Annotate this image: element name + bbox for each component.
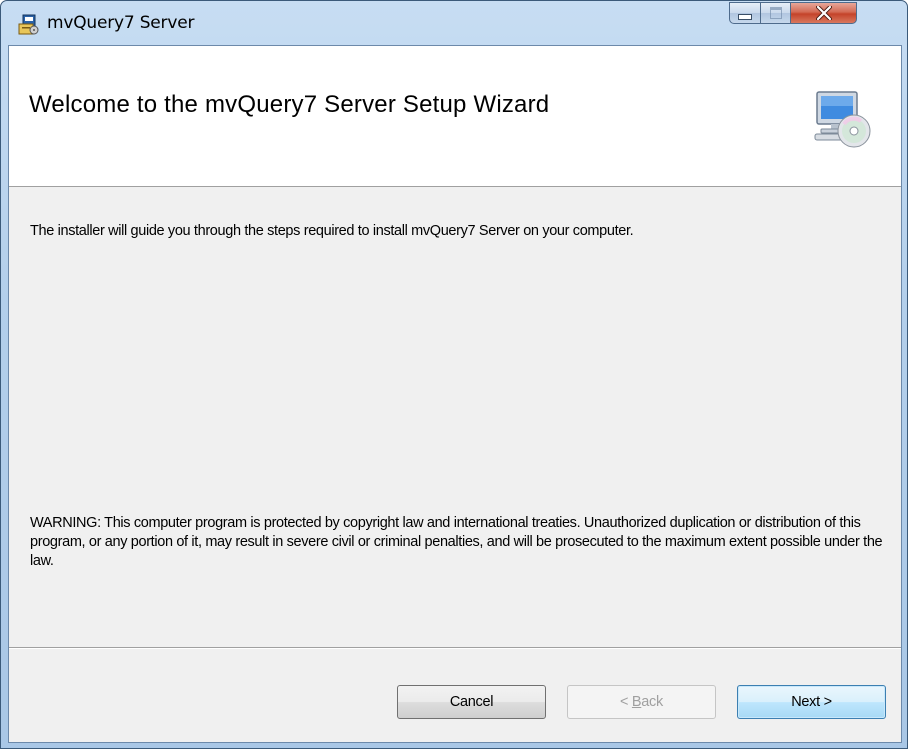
computer-cd-icon	[814, 91, 871, 148]
caption-buttons	[729, 2, 857, 26]
close-icon	[815, 6, 832, 20]
page-title: Welcome to the mvQuery7 Server Setup Wiz…	[29, 91, 550, 118]
wizard-banner: Welcome to the mvQuery7 Server Setup Wiz…	[9, 46, 901, 187]
window-title: mvQuery7 Server	[47, 13, 195, 33]
cancel-button[interactable]: Cancel	[397, 685, 546, 719]
back-button: < Back	[567, 685, 716, 719]
back-rest: ack	[641, 694, 663, 710]
next-button[interactable]: Next >	[737, 685, 886, 719]
title-bar[interactable]: mvQuery7 Server	[1, 1, 907, 45]
copyright-warning: WARNING: This computer program is protec…	[30, 515, 883, 569]
maximize-icon	[769, 7, 782, 19]
minimize-button[interactable]	[729, 2, 761, 24]
back-accelerator: B	[631, 694, 642, 710]
maximize-button	[761, 2, 791, 24]
intro-text: The installer will guide you through the…	[30, 223, 634, 239]
installer-window: mvQuery7 Server Welcome to the mvQuery7 …	[0, 0, 908, 749]
footer-divider	[9, 647, 901, 649]
minimize-icon	[738, 14, 752, 20]
back-prefix: <	[620, 694, 632, 710]
wizard-client-area: Welcome to the mvQuery7 Server Setup Wiz…	[8, 45, 902, 743]
close-button[interactable]	[791, 2, 857, 24]
installer-icon	[18, 14, 39, 35]
